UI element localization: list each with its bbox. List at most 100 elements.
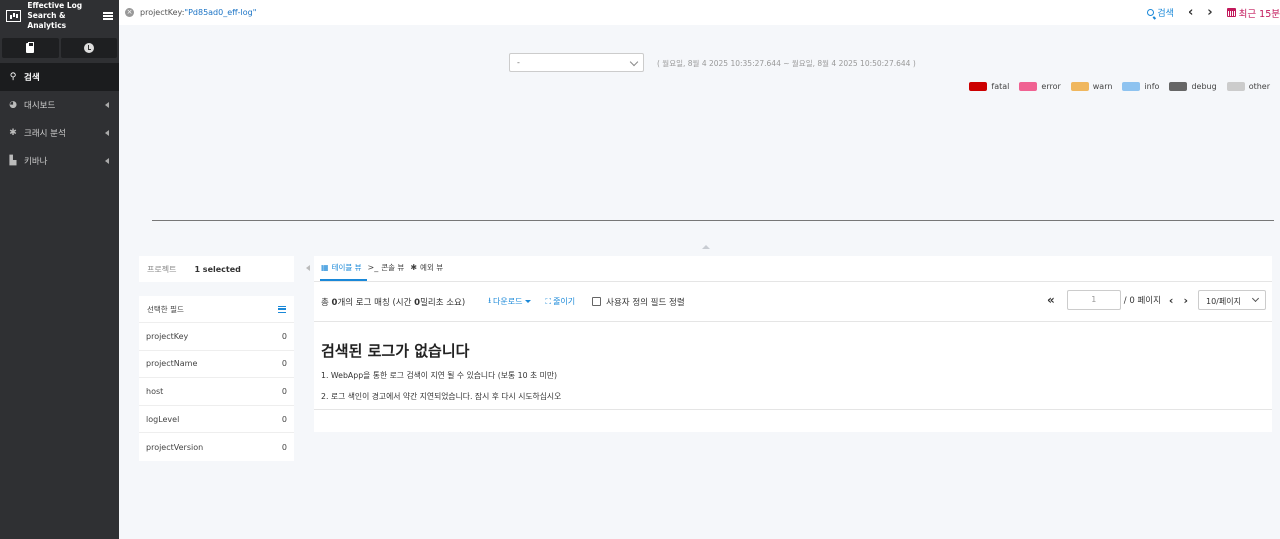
legend-swatch [969,82,988,91]
field-row[interactable]: projectKey 0 [139,323,294,351]
collapse-panel-icon[interactable] [306,265,310,271]
fields-header: 선택한 필드 [139,296,294,323]
field-name: projectName [146,359,198,369]
total-summary: 총 0개의 로그 매칭 (시간 0밀리초 소요) [321,296,465,308]
total-mid: 개의 로그 매칭 (시간 [337,297,415,308]
first-page-icon[interactable]: « [1047,293,1055,307]
sidebar-item-kibana[interactable]: ▙ 키바나 [0,147,119,175]
field-count: 0 [281,331,287,341]
field-row[interactable]: host 0 [139,378,294,406]
prev-range-icon[interactable]: ‹ [1188,5,1193,20]
query-filter[interactable]: projectKey:"Pd85ad0_eff-log" [140,8,256,17]
tab-clipboard[interactable] [2,38,59,58]
clear-query-icon[interactable]: × [125,8,134,17]
caret-down-icon [525,300,532,303]
time-range-button[interactable]: 최근 15분 [1226,6,1280,20]
legend-label: info [1144,82,1160,91]
sidebar-item-label: 대시보드 [24,101,56,111]
prev-page-icon[interactable]: ‹ [1169,294,1174,307]
search-button-label: 검색 [1157,9,1174,19]
search-button[interactable]: 검색 [1147,6,1174,19]
next-range-icon[interactable]: › [1207,5,1212,20]
view-tabs: ▦ 테이블 뷰 >_ 콘솔 뷰 ✱ 예외 뷰 [314,256,1272,282]
tab-label: 콘솔 뷰 [381,263,405,272]
legend-item[interactable]: info [1122,82,1159,91]
next-page-icon[interactable]: › [1183,294,1188,307]
legend-swatch [1019,82,1038,91]
tab-table-view[interactable]: ▦ 테이블 뷰 [320,262,367,281]
tab-label: 예외 뷰 [420,263,444,272]
brand-line2: Search & Analytics [27,11,67,30]
empty-title: 검색된 로그가 없습니다 [321,342,470,360]
sidebar-item-label: 크래시 분석 [24,129,66,139]
legend-item[interactable]: debug [1169,82,1217,91]
custom-sort-checkbox[interactable]: 사용자 정의 필드 정렬 [592,296,685,308]
empty-hint-1: 1. WebApp을 통한 로그 검색이 지연 될 수 있습니다 (보통 10 … [321,371,558,380]
empty-state: 검색된 로그가 없습니다 1. WebApp을 통한 로그 검색이 지연 될 수… [314,322,1272,410]
fields-title: 선택한 필드 [147,304,184,314]
wrap-button[interactable]: ⛶ 줄이기 [545,296,575,307]
legend-swatch [1070,82,1089,91]
sidebar-item-dashboard[interactable]: ◕ 대시보드 [0,91,119,119]
total-suffix: 밀리초 소요) [420,297,466,308]
field-name: projectVersion [146,442,204,452]
field-row[interactable]: logLevel 0 [139,406,294,434]
table-icon: ▦ [321,263,329,272]
wrap-label: 줄이기 [553,297,576,306]
field-row[interactable]: projectName 0 [139,351,294,379]
interval-value: - [517,58,520,67]
list-icon[interactable] [278,305,286,313]
download-icon: ⭳ [488,295,491,305]
field-name: projectKey [146,331,189,341]
field-name: host [146,386,164,396]
brand: Effective Log Search & Analytics [0,0,119,32]
sidebar-item-search[interactable]: ⚲ 검색 [0,63,119,91]
download-button[interactable]: ⭳ 다운로드 [488,295,532,309]
sidebar-item-crash-analysis[interactable]: ✱ 크래시 분석 [0,119,119,147]
legend-swatch [1169,82,1188,91]
selected-fields-panel: 선택한 필드 projectKey 0 projectName 0 host 0 lo… [139,296,294,461]
search-icon [1147,9,1155,16]
page-size-select[interactable]: 10/페이지 [1198,290,1266,310]
time-range-text: ( 월요일, 8월 4 2025 10:35:27.644 ~ 월요일, 8월 … [657,59,916,68]
project-selector[interactable]: 프로젝트 1 selected [139,256,294,282]
sidebar-item-label: 검색 [24,73,40,83]
tab-history[interactable] [60,38,117,58]
download-label: 다운로드 [493,297,523,306]
legend-item[interactable]: other [1226,82,1270,91]
bug-icon: ✱ [9,128,17,138]
clipboard-icon [26,42,35,53]
field-count: 0 [281,442,287,452]
legend-item[interactable]: warn [1070,82,1112,91]
brand-title: Effective Log Search & Analytics [27,1,103,31]
caret-left-icon [105,158,109,164]
legend-item[interactable]: fatal [969,82,1009,91]
search-icon: ⚲ [9,72,17,82]
terminal-icon: >_ [367,263,379,272]
interval-select[interactable]: - [509,53,644,72]
page-input[interactable]: 1 [1066,290,1121,310]
legend-item[interactable]: error [1019,82,1061,91]
legend-label: fatal [991,82,1010,91]
tab-exception-view[interactable]: ✱ 예외 뷰 [409,262,448,281]
compress-icon: ⛶ [545,297,552,306]
sidebar-item-label: 키바나 [24,157,48,167]
query-key: projectKey: [140,8,185,17]
histogram-axis [152,220,1274,221]
page-total: / 0 페이지 [1123,296,1161,306]
mode-tabs [0,32,119,61]
field-name: logLevel [146,414,180,424]
time-range-label: 최근 15분 [1238,8,1280,20]
project-selected: 1 selected [194,264,241,274]
bug-icon: ✱ [410,263,418,272]
field-row[interactable]: projectVersion 0 [139,433,294,461]
calendar-icon [1226,8,1236,17]
menu-toggle-icon[interactable] [103,12,113,20]
tab-console-view[interactable]: >_ 콘솔 뷰 [367,262,410,281]
project-label: 프로젝트 [147,264,177,274]
results-panel: ▦ 테이블 뷰 >_ 콘솔 뷰 ✱ 예외 뷰 총 0개의 로그 매칭 (시간 0밀리초… [314,256,1272,432]
collapse-histogram-icon[interactable] [702,245,710,249]
field-count: 0 [281,414,287,424]
legend-swatch [1226,82,1245,91]
chevron-down-icon [1251,294,1260,303]
